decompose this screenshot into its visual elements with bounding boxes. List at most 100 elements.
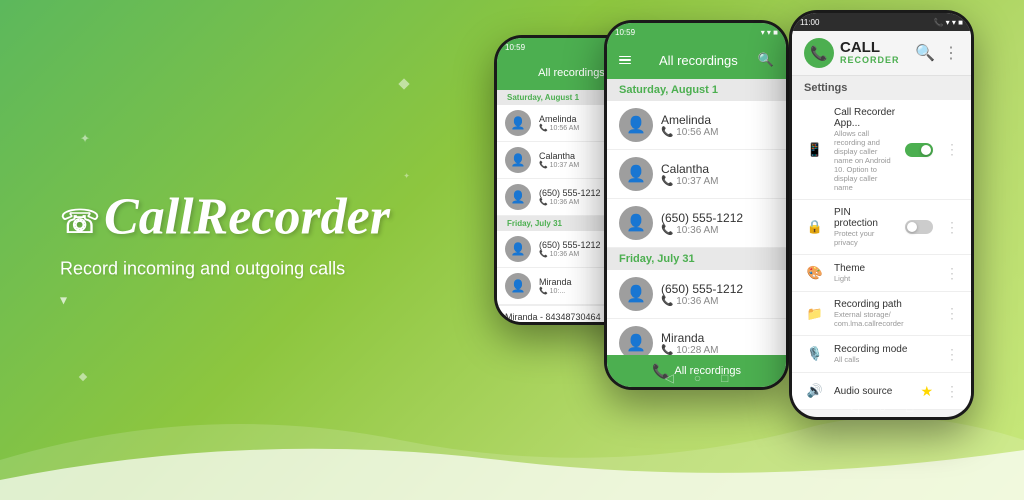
phone-1-time: 10:59 bbox=[505, 43, 525, 52]
phone-2-section-1: Saturday, August 1 bbox=[607, 79, 786, 101]
toggle-call-recorder[interactable] bbox=[905, 143, 933, 157]
nav-home-icon[interactable]: ○ bbox=[569, 309, 575, 320]
settings-desc: Light bbox=[834, 274, 937, 283]
call-item[interactable]: 👤 (650) 555-1212 📞 10:36 AM bbox=[607, 199, 786, 248]
app-name: CallRecorder bbox=[104, 189, 390, 246]
settings-name: PIN protection bbox=[834, 207, 897, 229]
phone-2: 10:59 ▾ ▾ ■ All recordings 🔍 Saturday, A… bbox=[604, 20, 789, 390]
call-avatar: 👤 bbox=[505, 236, 531, 262]
more-icon[interactable]: ⋮ bbox=[945, 219, 959, 236]
phones-container: 10:59 ▾ ▾ ■ All recordings Saturday, Aug… bbox=[464, 0, 1024, 500]
call-info: Amelinda 📞 10:56 AM bbox=[661, 113, 774, 138]
call-item[interactable]: 👤 Calantha 📞 10:37 AM bbox=[607, 150, 786, 199]
call-name: (650) 555-1212 bbox=[661, 211, 774, 225]
more-options-icon[interactable]: ⋮ bbox=[943, 43, 959, 63]
phone-3-status-bar: 11:00 📞 ▾ ▾ ■ bbox=[792, 13, 971, 31]
call-avatar: 👤 bbox=[505, 273, 531, 299]
call-avatar: 👤 bbox=[619, 277, 653, 311]
settings-content: Theme Light bbox=[834, 263, 937, 283]
call-name: Calantha bbox=[661, 162, 774, 176]
nav-home-icon[interactable]: ○ bbox=[879, 401, 886, 415]
phone-2-nav: ◁ ○ □ bbox=[604, 371, 789, 385]
phone-2-status-bar: 10:59 ▾ ▾ ■ bbox=[607, 23, 786, 41]
nav-recent-icon[interactable]: □ bbox=[595, 309, 601, 320]
settings-desc: Protect your privacy bbox=[834, 229, 897, 247]
settings-content: PIN protection Protect your privacy bbox=[834, 207, 897, 247]
call-avatar: 👤 bbox=[505, 184, 531, 210]
call-name: Miranda bbox=[661, 331, 774, 345]
nav-home-icon[interactable]: ○ bbox=[694, 371, 701, 385]
phone-icon: ☏ bbox=[60, 204, 100, 240]
folder-settings-icon: 📁 bbox=[804, 303, 826, 325]
more-icon[interactable]: ⋮ bbox=[945, 305, 959, 322]
search-icon[interactable]: 🔍 bbox=[915, 43, 935, 63]
call-info: Calantha 📞 10:37 AM bbox=[661, 162, 774, 187]
phone-3-screen: 11:00 📞 ▾ ▾ ■ 📞 CALL RECORDER 🔍 ⋮ Settin… bbox=[792, 13, 971, 417]
settings-content: Audio source bbox=[834, 386, 912, 397]
more-icon[interactable]: ⋮ bbox=[945, 141, 959, 158]
app-logo-header: 📞 CALL RECORDER bbox=[804, 38, 900, 68]
logo-call: CALL bbox=[840, 40, 900, 57]
phone-2-icons: ▾ ▾ ■ bbox=[761, 28, 778, 37]
deco-diamond-1 bbox=[398, 78, 409, 89]
call-time: 📞 10:36 AM bbox=[661, 225, 774, 236]
settings-name: Theme bbox=[834, 263, 937, 274]
call-avatar: 👤 bbox=[619, 157, 653, 191]
nav-back-icon[interactable]: ◁ bbox=[665, 371, 674, 385]
more-icon[interactable]: ⋮ bbox=[945, 383, 959, 400]
toggle-knob bbox=[907, 222, 917, 232]
settings-title: Settings bbox=[792, 76, 971, 100]
nav-recent-icon[interactable]: □ bbox=[906, 401, 913, 415]
logo-recorder: RECORDER bbox=[840, 56, 900, 66]
call-avatar: 👤 bbox=[505, 147, 531, 173]
call-time: 📞 10:56 AM bbox=[661, 127, 774, 138]
call-name: Amelinda bbox=[661, 113, 774, 127]
settings-item-call-recorder[interactable]: 📱 Call Recorder App... Allows call recor… bbox=[792, 100, 971, 200]
settings-item-pin[interactable]: 🔒 PIN protection Protect your privacy ⋮ bbox=[792, 200, 971, 255]
nav-back-icon[interactable]: ◁ bbox=[850, 401, 859, 415]
settings-item-recording-path[interactable]: 📁 Recording path External storage/ com.l… bbox=[792, 292, 971, 336]
nav-recent-icon[interactable]: □ bbox=[721, 371, 728, 385]
settings-desc: All calls bbox=[834, 355, 937, 364]
nav-back-icon[interactable]: ◁ bbox=[542, 309, 550, 320]
search-icon[interactable]: 🔍 bbox=[758, 52, 774, 68]
phone-3-icons: 📞 ▾ ▾ ■ bbox=[934, 18, 964, 27]
call-time: 📞 10:36 AM bbox=[661, 296, 774, 307]
settings-item-recording-mode[interactable]: 🎙️ Recording mode All calls ⋮ bbox=[792, 336, 971, 373]
mic-settings-icon: 🎙️ bbox=[804, 343, 826, 365]
lock-settings-icon: 🔒 bbox=[804, 216, 826, 238]
phone-2-section-2: Friday, July 31 bbox=[607, 248, 786, 270]
phone-2-header-title: All recordings bbox=[639, 53, 758, 68]
settings-content: Call Recorder App... Allows call recordi… bbox=[834, 107, 897, 192]
phone-3-header: 📞 CALL RECORDER 🔍 ⋮ bbox=[792, 31, 971, 76]
call-avatar: 👤 bbox=[619, 206, 653, 240]
call-avatar: 👤 bbox=[619, 108, 653, 142]
call-avatar: 👤 bbox=[505, 110, 531, 136]
more-icon[interactable]: ⋮ bbox=[945, 346, 959, 363]
toggle-pin[interactable] bbox=[905, 220, 933, 234]
hamburger-menu-icon[interactable] bbox=[619, 56, 631, 65]
phone-3-time: 11:00 bbox=[800, 18, 819, 27]
phone-2-header: All recordings 🔍 bbox=[607, 41, 786, 79]
call-time: 📞 10:37 AM bbox=[661, 176, 774, 187]
call-item[interactable]: 👤 (650) 555-1212 📞 10:36 AM bbox=[607, 270, 786, 319]
call-info: (650) 555-1212 📞 10:36 AM bbox=[661, 282, 774, 307]
settings-desc: External storage/ com.lma.callrecorder bbox=[834, 310, 937, 328]
logo-icon: 📞 bbox=[804, 38, 834, 68]
call-name: (650) 555-1212 bbox=[661, 282, 774, 296]
phone-2-time: 10:59 bbox=[615, 28, 635, 37]
star-deco-2: ✦ bbox=[403, 172, 410, 181]
app-tagline: Record incoming and outgoing calls bbox=[60, 259, 390, 280]
more-icon[interactable]: ⋮ bbox=[945, 265, 959, 282]
settings-content: Recording mode All calls bbox=[834, 344, 937, 364]
star-icon[interactable]: ★ bbox=[920, 383, 933, 400]
call-item[interactable]: 👤 Amelinda 📞 10:56 AM bbox=[607, 101, 786, 150]
settings-item-theme[interactable]: 🎨 Theme Light ⋮ bbox=[792, 255, 971, 292]
call-time: 📞 10:28 AM bbox=[661, 345, 774, 356]
settings-name: Audio source bbox=[834, 386, 912, 397]
settings-content: Recording path External storage/ com.lma… bbox=[834, 299, 937, 328]
phone-3: 11:00 📞 ▾ ▾ ■ 📞 CALL RECORDER 🔍 ⋮ Settin… bbox=[789, 10, 974, 420]
settings-name: Recording mode bbox=[834, 344, 937, 355]
settings-desc: Allows call recording and display caller… bbox=[834, 129, 897, 192]
call-info: Miranda 📞 10:28 AM bbox=[661, 331, 774, 356]
